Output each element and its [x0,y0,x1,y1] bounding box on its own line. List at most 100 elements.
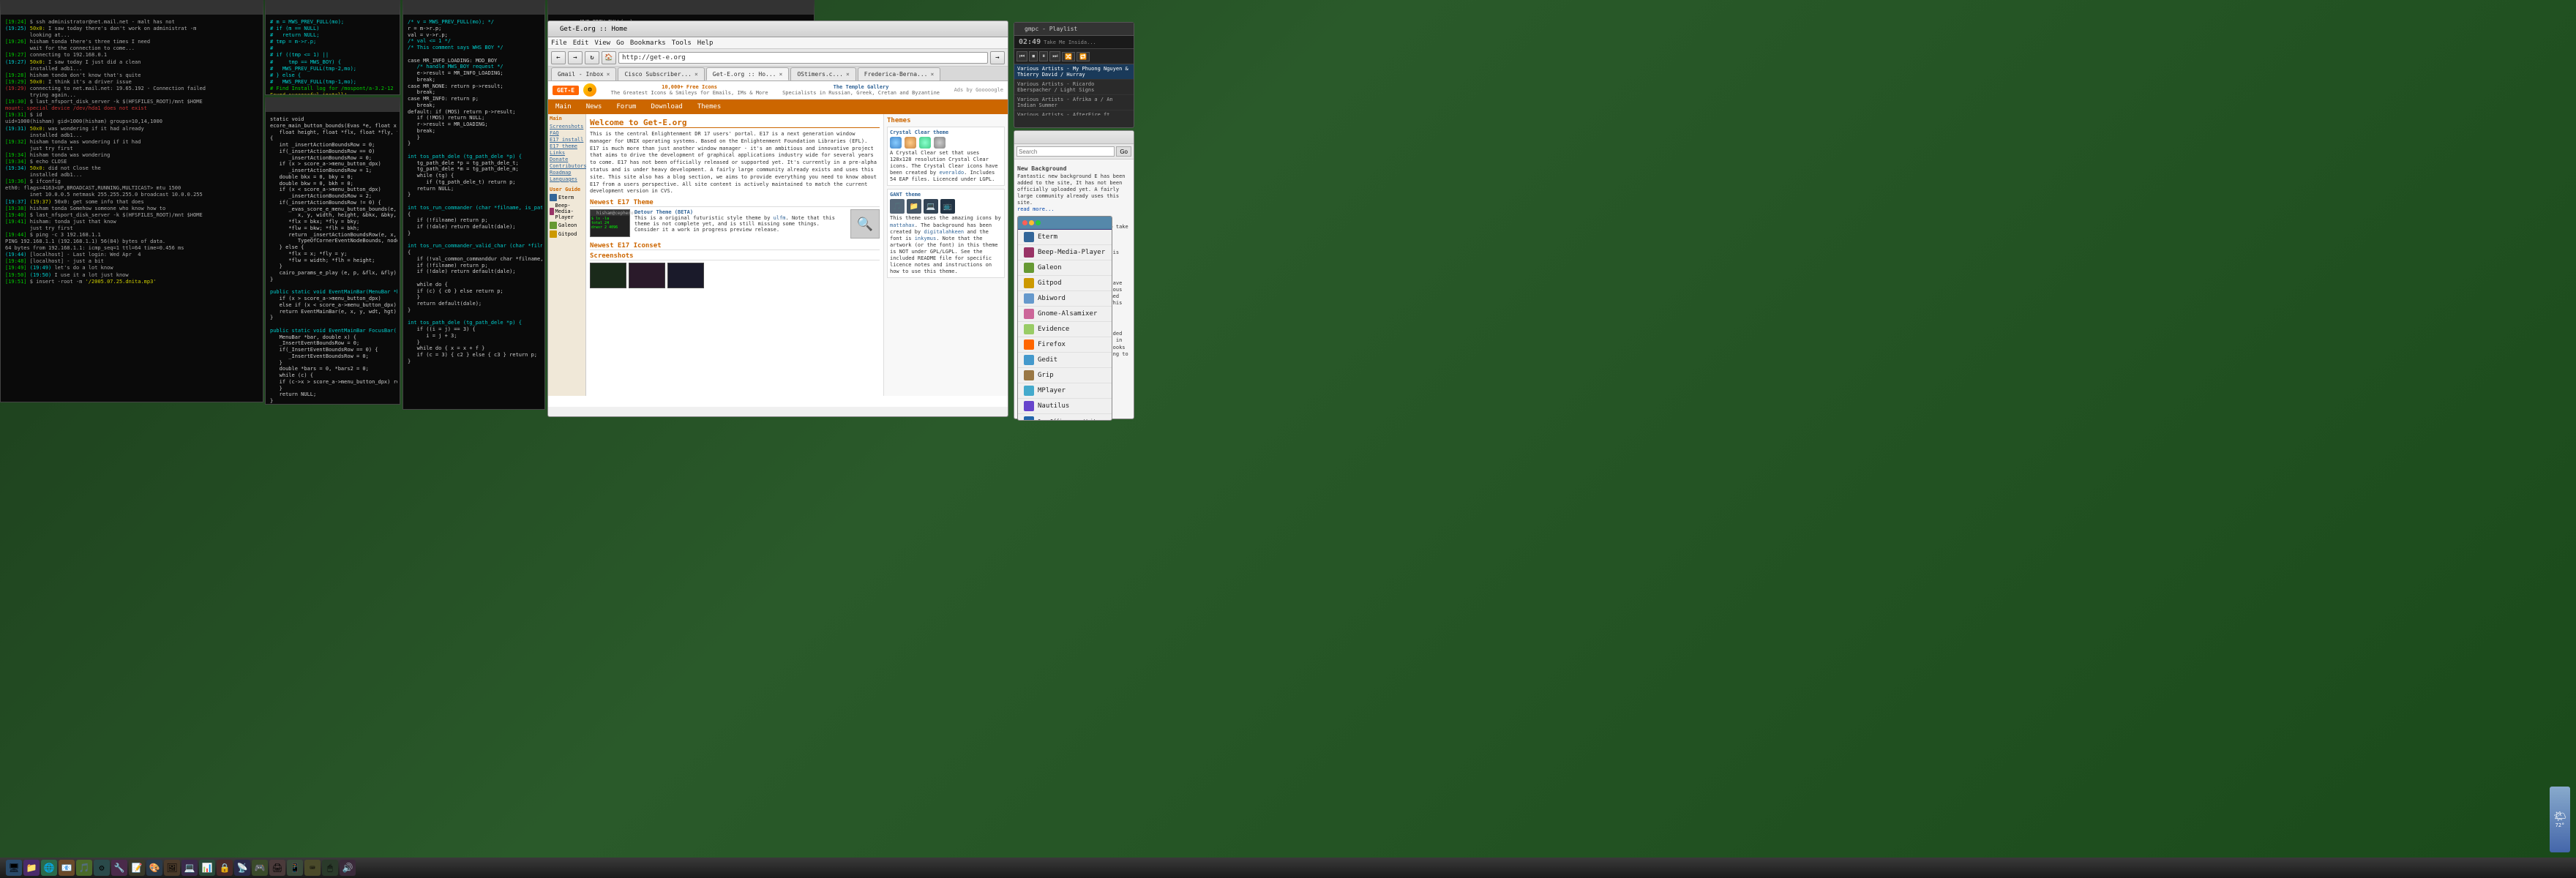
close-btn-3[interactable] [269,102,274,108]
address-bar[interactable]: http://get-e.org [618,52,988,64]
taskbar-icon-6[interactable]: ⚙ [94,860,110,876]
taskbar-icon-16[interactable]: 🖨 [269,860,285,876]
taskbar-icon-15[interactable]: 🎮 [252,860,268,876]
pause-button[interactable]: ⏸ [1039,51,1048,61]
taskbar-icon-11[interactable]: 💻 [181,860,198,876]
sidebar-eterm[interactable]: Eterm [550,194,584,201]
go-button[interactable]: → [990,51,1005,64]
taskbar-icon-4[interactable]: 📧 [59,860,75,876]
sidebar-contributors[interactable]: Contributors [550,163,584,169]
playlist-item-2[interactable]: Various Artists - Ricardo Eberspacher / … [1014,80,1134,95]
menu-tools[interactable]: Tools [672,40,692,47]
app-nautilus[interactable]: Nautilus [1018,399,1112,414]
max-btn-5[interactable] [567,5,573,11]
tab-close-ostimers[interactable]: × [846,71,850,78]
menu-bookmarks[interactable]: Bookmarks [630,40,666,47]
taskbar-icon-20[interactable]: 🔊 [340,860,356,876]
close-btn-4[interactable] [406,5,412,11]
taskbar-icon-18[interactable]: ⌨ [304,860,321,876]
sidebar-install[interactable]: E17 install [550,137,584,143]
tab-ostimers[interactable]: OStimers.c... × [790,67,855,80]
taskbar-icon-14[interactable]: 📡 [234,860,250,876]
sidebar-theme[interactable]: E17 theme [550,143,584,149]
sidebar-roadmap[interactable]: Roadmap [550,170,584,176]
sidebar-donate[interactable]: Donate [550,157,584,162]
reload-button[interactable]: ↻ [585,51,599,64]
stop-button[interactable]: ⏹ [1029,51,1038,61]
tab-gmail[interactable]: Gmail - Inbox × [551,67,616,80]
taskbar-icon-7[interactable]: 🔧 [111,860,127,876]
tab-close-gete[interactable]: × [779,71,783,78]
home-button[interactable]: 🏠 [602,51,616,64]
app-firefox[interactable]: Firefox [1018,337,1112,353]
min-btn[interactable] [12,5,18,11]
sidebar-links[interactable]: Links [550,150,584,156]
max-btn-3[interactable] [285,102,291,108]
app-bmp[interactable]: Beep-Media-Player [1018,245,1112,260]
taskbar-icon-3[interactable]: 🌐 [41,860,57,876]
close-btn-5[interactable] [551,5,557,11]
min-btn-5[interactable] [559,5,565,11]
tab-close-frederica[interactable]: × [930,71,934,78]
taskbar-icon-1[interactable]: 🖥 [6,860,22,876]
app-gitpod[interactable]: Gitpod [1018,276,1112,291]
menu-file[interactable]: File [551,40,567,47]
app-gnome-alsa[interactable]: Gnome-Alsamixer [1018,307,1112,322]
prev-button[interactable]: ⏮ [1016,51,1027,61]
app-eterm[interactable]: Eterm [1018,230,1112,245]
taskbar-icon-9[interactable]: 🎨 [146,860,162,876]
playlist-item-4[interactable]: Various Artists - AfterFire ft. Dannel /… [1014,110,1134,116]
sidebar-screenshots[interactable]: Screenshots [550,124,584,130]
nav-forum[interactable]: Forum [609,103,643,110]
sidebar-faq[interactable]: FAQ [550,130,584,136]
tab-close-cisco[interactable]: × [694,71,698,78]
max-btn-2[interactable] [285,5,291,11]
sidebar-bmp[interactable]: Beep-Media-Player [550,203,584,220]
app-max[interactable] [1036,220,1041,225]
nav-main[interactable]: Main [548,100,579,114]
menu-view[interactable]: View [594,40,610,47]
shuffle-button[interactable]: 🔀 [1062,52,1075,61]
app-mplayer[interactable]: MPlayer [1018,383,1112,399]
taskbar-icon-2[interactable]: 📁 [23,860,40,876]
menu-help[interactable]: Help [697,40,714,47]
app-grip[interactable]: Grip [1018,368,1112,383]
search-input[interactable] [1016,146,1115,157]
taskbar-icon-10[interactable]: 🖼 [164,860,180,876]
sidebar-langs[interactable]: Languages [550,176,584,182]
sidebar-gitpod[interactable]: Gitpod [550,230,584,238]
playlist-item-3[interactable]: Various Artists - Afrika a / An Indian S… [1014,95,1134,110]
max-btn-4[interactable] [422,5,428,11]
app-gedit[interactable]: Gedit [1018,353,1112,368]
min-btn-2[interactable] [277,5,282,11]
playlist-item-1[interactable]: Various Artists - My Phuong Nguyen & Thi… [1014,64,1134,80]
taskbar-icon-13[interactable]: 🔒 [217,860,233,876]
next-button[interactable]: ⏭ [1049,51,1060,61]
tab-frederica[interactable]: Frederica-Berna... × [858,67,941,80]
close-btn-2[interactable] [269,5,274,11]
max-btn[interactable] [20,5,26,11]
menu-go[interactable]: Go [616,40,624,47]
app-oo-writer[interactable]: OpenOffice.org Writer [1018,414,1112,421]
taskbar-icon-5[interactable]: 🎵 [76,860,92,876]
app-close[interactable] [1022,220,1027,225]
sidebar-galeon[interactable]: Galeon [550,222,584,229]
tab-gete[interactable]: Get-E.org :: Ho... × [706,67,790,80]
app-galeon[interactable]: Galeon [1018,260,1112,276]
taskbar-icon-8[interactable]: 📝 [129,860,145,876]
taskbar-icon-12[interactable]: 📊 [199,860,215,876]
forward-button[interactable]: → [568,51,583,64]
search-button[interactable]: Go [1116,146,1131,157]
app-evidence[interactable]: Evidence [1018,322,1112,337]
news-new-bg-link[interactable]: read more... [1017,206,1131,212]
repeat-button[interactable]: 🔁 [1077,52,1090,61]
app-abiword[interactable]: Abiword [1018,291,1112,307]
nav-download[interactable]: Download [643,103,689,110]
taskbar-icon-19[interactable]: 🖱 [322,860,338,876]
app-min[interactable] [1029,220,1034,225]
taskbar-icon-17[interactable]: 📱 [287,860,303,876]
menu-edit[interactable]: Edit [573,40,589,47]
back-button[interactable]: ← [551,51,566,64]
nav-themes[interactable]: Themes [690,103,729,110]
min-btn-3[interactable] [277,102,282,108]
